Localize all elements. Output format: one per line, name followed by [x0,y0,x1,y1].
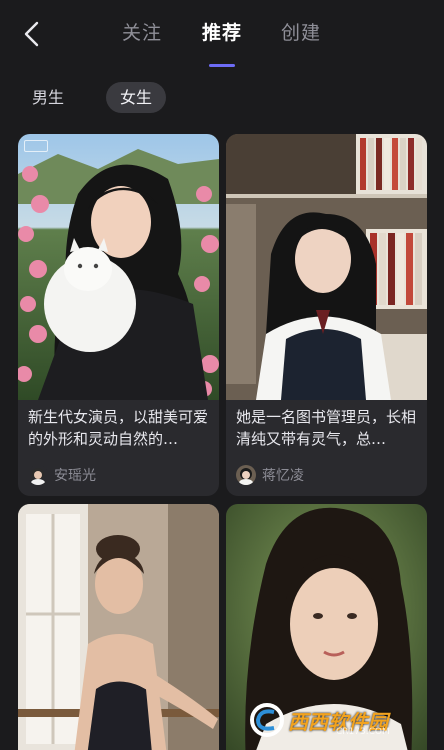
card-caption: 她是一名图书管理员，长相清纯又带有灵气，总… [236,408,417,448]
avatar [236,465,256,485]
card-author[interactable]: 安瑶光 [28,464,96,486]
librarian-woman-photo [226,134,427,400]
card-author[interactable]: 蒋忆凌 [236,464,304,486]
avatar [28,465,48,485]
tab-bar: 关注 推荐 创建 [0,18,444,67]
gender-filter: 男生 女生 [0,82,444,114]
author-name: 蒋忆凌 [262,468,304,484]
tab-follow[interactable]: 关注 [122,18,162,45]
author-name: 安瑶光 [54,468,96,484]
tab-recommend[interactable]: 推荐 [202,18,242,45]
watermark-subtext: CR173.COM [336,727,390,737]
tab-create[interactable]: 创建 [281,18,321,45]
active-tab-indicator [209,64,235,67]
top-nav-bar: 关注 推荐 创建 [0,0,444,67]
watermark: 西西软件园 CR173.COM [250,700,440,740]
filter-chip-female[interactable]: 女生 [106,82,167,113]
woman-holding-white-cat-photo [18,134,219,400]
ai-tag-badge [24,140,48,152]
watermark-logo-icon [250,703,284,737]
card-caption: 新生代女演员，以甜美可爱的外形和灵动自然的… [28,408,209,448]
character-card[interactable] [18,504,219,750]
character-card[interactable]: 她是一名图书管理员，长相清纯又带有灵气，总… 蒋忆凌 [226,134,427,496]
ballerina-photo [18,504,219,750]
app-screen: 关注 推荐 创建 男生 女生 新生代女演员，以甜美可爱的外形和灵动自然的… 安瑶… [0,0,444,750]
character-card[interactable]: 新生代女演员，以甜美可爱的外形和灵动自然的… 安瑶光 [18,134,219,496]
filter-chip-male[interactable]: 男生 [18,82,78,113]
